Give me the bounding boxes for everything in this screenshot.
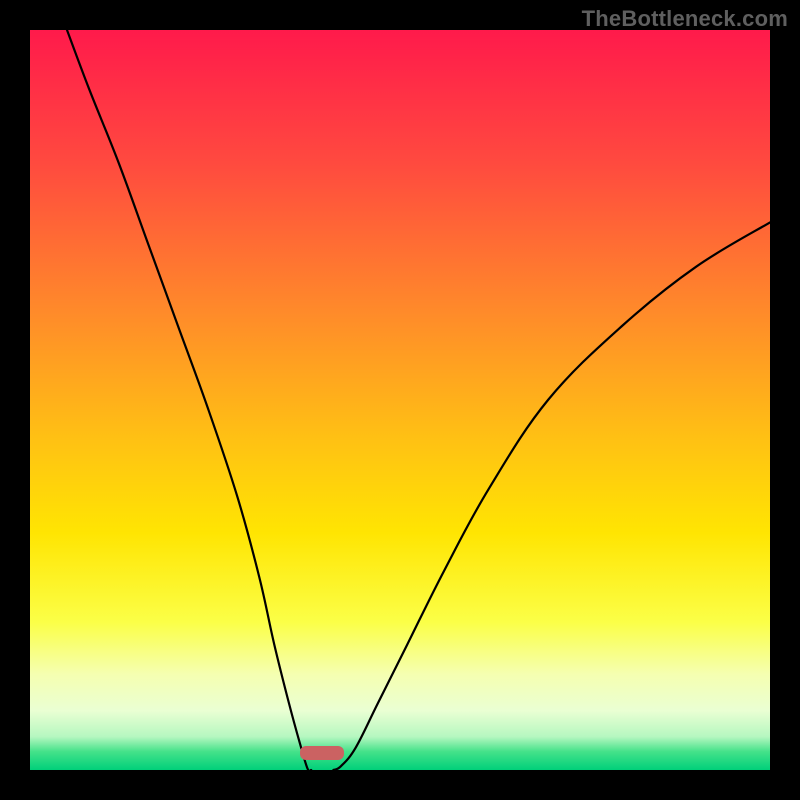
optimal-marker bbox=[300, 746, 344, 759]
plot-area bbox=[30, 30, 770, 770]
watermark-text: TheBottleneck.com bbox=[582, 6, 788, 32]
chart-frame: TheBottleneck.com bbox=[0, 0, 800, 800]
curve-left bbox=[67, 30, 311, 771]
curve-right bbox=[333, 222, 770, 770]
curve-layer bbox=[30, 30, 770, 770]
